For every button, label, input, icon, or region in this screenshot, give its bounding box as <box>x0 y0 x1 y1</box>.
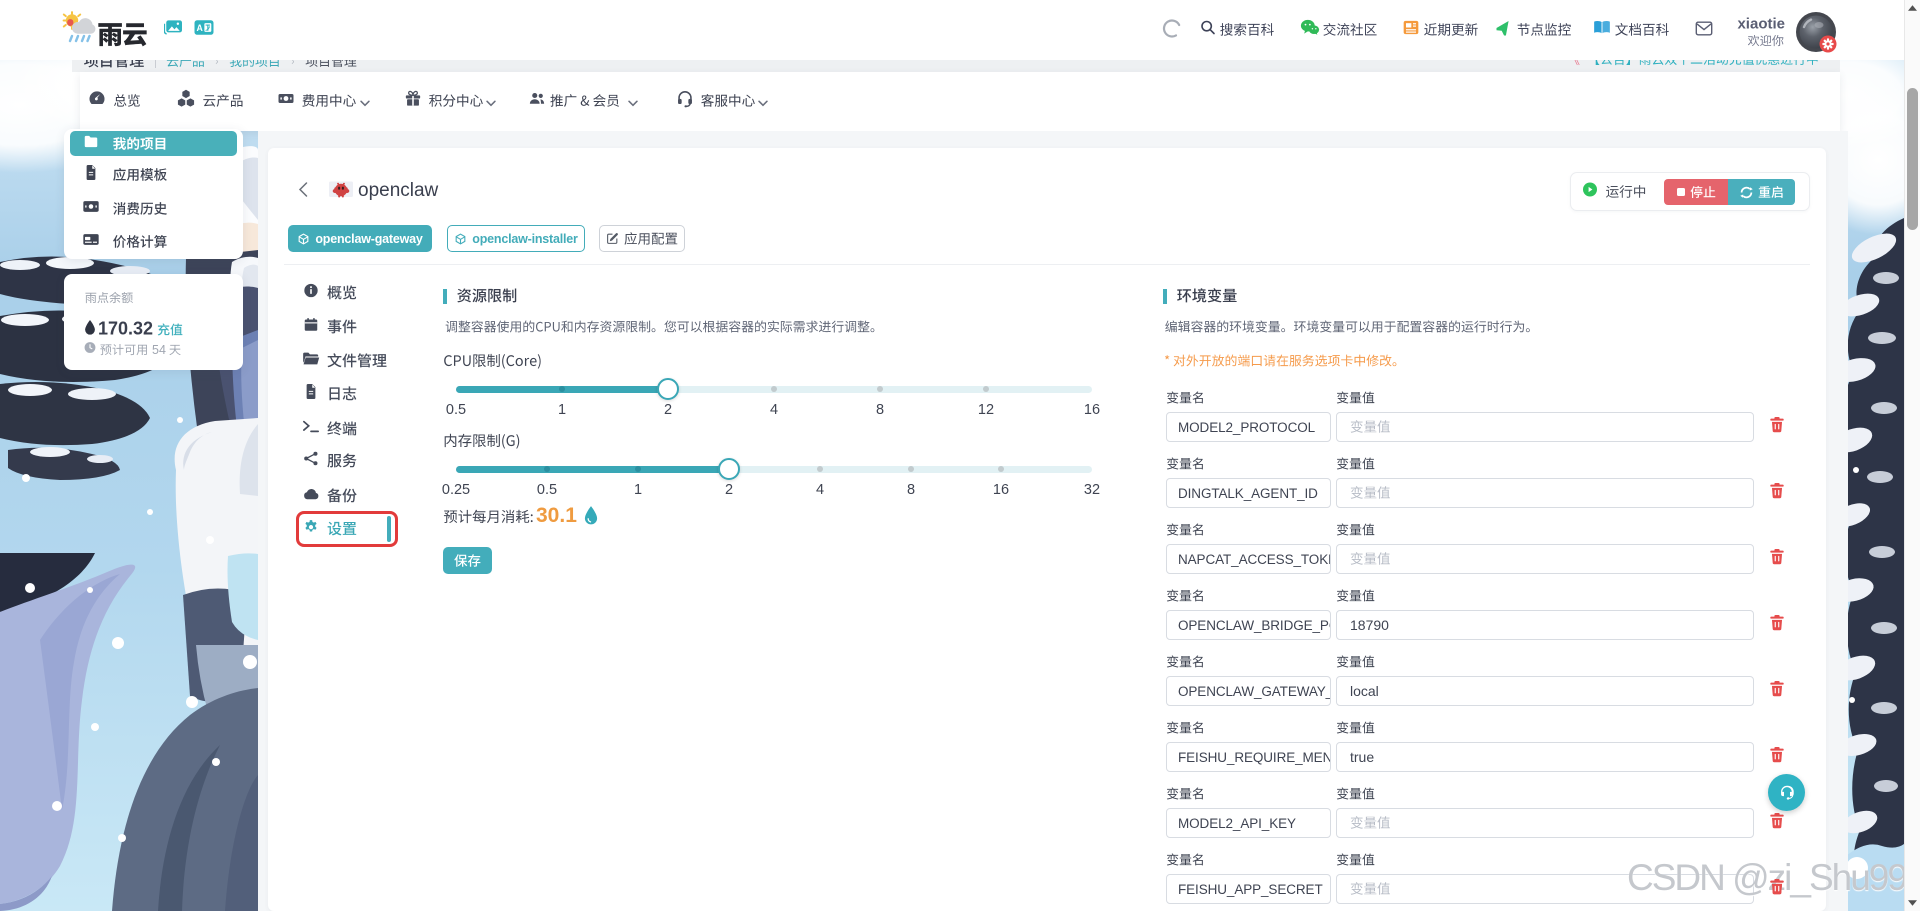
svg-text:A: A <box>196 23 203 33</box>
